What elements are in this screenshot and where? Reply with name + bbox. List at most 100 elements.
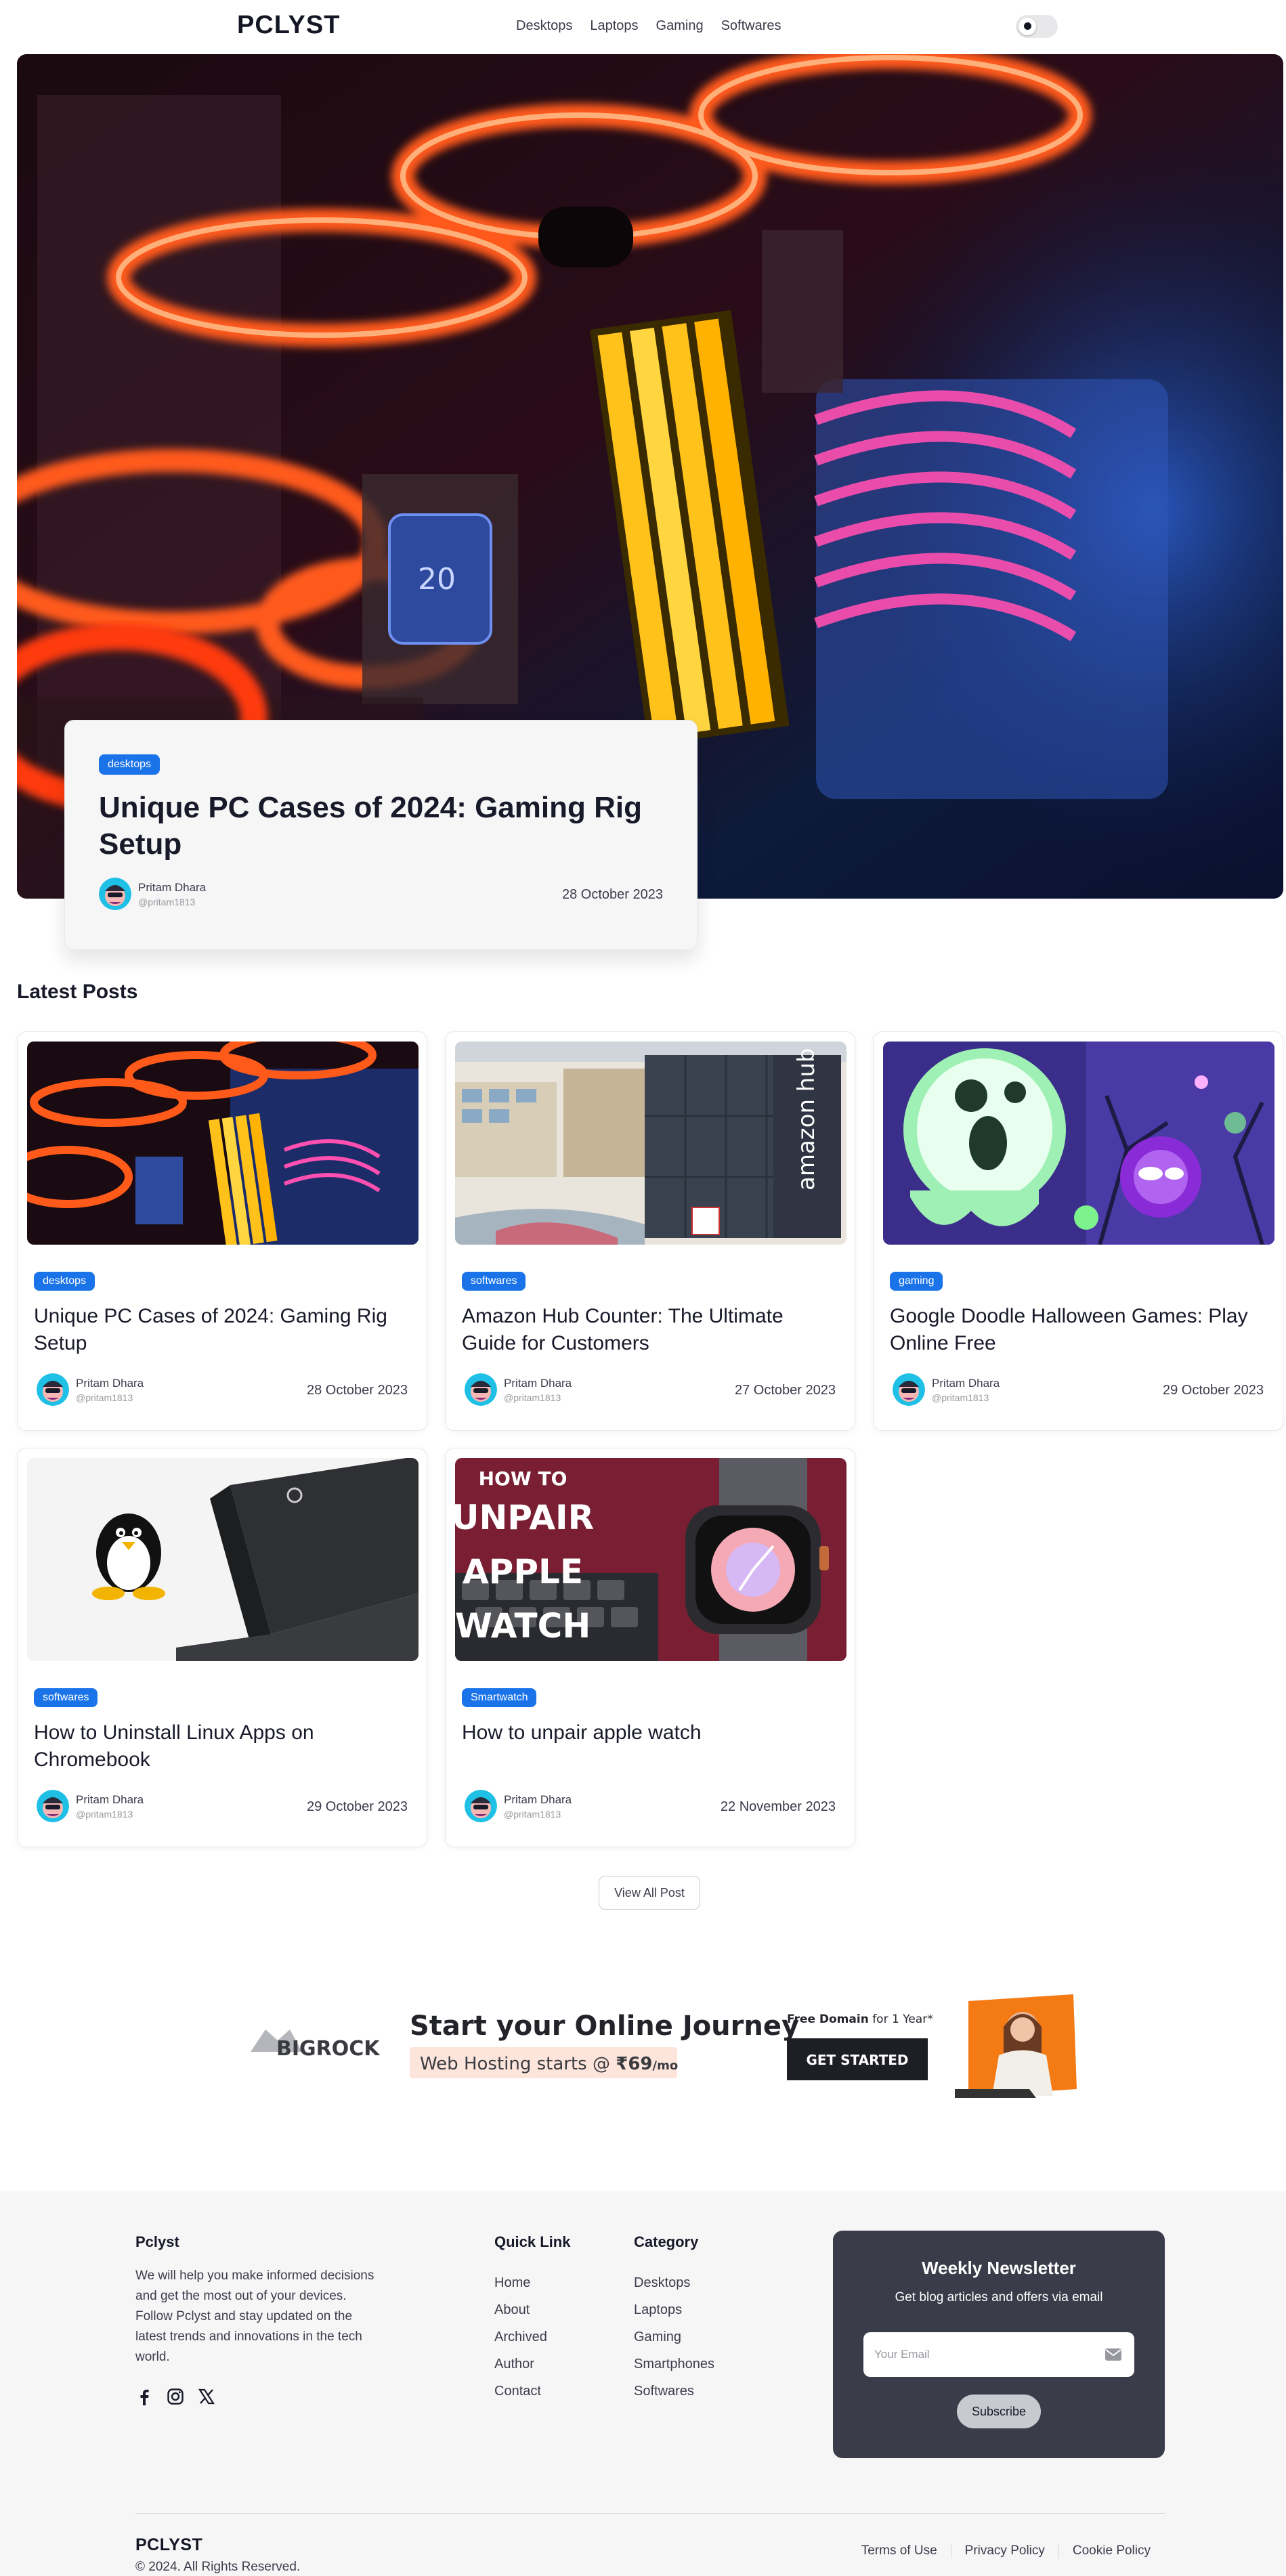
nav-link-desktops[interactable]: Desktops <box>516 18 572 34</box>
ad-logo-text: BIGROCK <box>276 2037 381 2061</box>
post-meta: Pritam Dhara @pritam1813 29 October 2023 <box>893 1373 1264 1410</box>
image-text-line: HOW TO <box>479 1467 567 1490</box>
footer-link-archived[interactable]: Archived <box>494 2330 547 2357</box>
hero-post-card[interactable]: desktops Unique PC Cases of 2024: Gaming… <box>64 720 698 950</box>
social-links <box>135 2388 215 2405</box>
post-title[interactable]: Amazon Hub Counter: The Ultimate Guide f… <box>462 1303 841 1357</box>
privacy-link[interactable]: Privacy Policy <box>950 2543 1058 2558</box>
author-info[interactable]: Pritam Dhara @pritam1813 <box>99 878 206 910</box>
author-name: Pritam Dhara <box>504 1793 572 1806</box>
author-handle: @pritam1813 <box>932 1392 989 1403</box>
post-tag[interactable]: desktops <box>99 754 160 775</box>
section-title: Latest Posts <box>17 981 138 1003</box>
author-text: Pritam Dhara @pritam1813 <box>932 1377 1000 1403</box>
post-title[interactable]: How to Uninstall Linux Apps on Chromeboo… <box>34 1719 413 1774</box>
ad-person-illustration <box>955 1994 1077 2098</box>
footer-link-contact[interactable]: Contact <box>494 2384 547 2411</box>
author-text: Pritam Dhara @pritam1813 <box>76 1377 144 1403</box>
author-avatar <box>37 1790 69 1822</box>
footer-link-author[interactable]: Author <box>494 2357 547 2384</box>
mail-icon <box>1105 2348 1122 2361</box>
footer-divider <box>135 2513 1165 2514</box>
image-text-line: APPLE <box>463 1552 583 1591</box>
ad-headline: Start your Online Journey <box>410 2011 799 2042</box>
x-icon[interactable] <box>198 2388 215 2405</box>
author-info[interactable]: Pritam Dhara @pritam1813 <box>465 1790 572 1822</box>
ad-promo-rest: for 1 Year* <box>869 2013 933 2026</box>
author-handle: @pritam1813 <box>76 1392 133 1403</box>
bigrock-logo: BIGROCK <box>251 2030 381 2061</box>
view-all-button[interactable]: View All Post <box>599 1876 700 1910</box>
post-card[interactable]: softwares How to Uninstall Linux Apps on… <box>17 1448 427 1847</box>
ad-price-suffix: /mo <box>653 2059 679 2073</box>
author-name: Pritam Dhara <box>504 1376 572 1390</box>
author-info[interactable]: Pritam Dhara @pritam1813 <box>465 1373 572 1406</box>
cookie-link[interactable]: Cookie Policy <box>1058 2543 1164 2558</box>
post-thumbnail[interactable] <box>883 1042 1274 1245</box>
site-logo[interactable]: PCLYST <box>237 11 340 40</box>
post-meta: Pritam Dhara @pritam1813 29 October 2023 <box>37 1790 408 1826</box>
svg-text:Free Domain for 1 Year*: Free Domain for 1 Year* <box>787 2013 933 2026</box>
footer-category-laptops[interactable]: Laptops <box>634 2302 714 2330</box>
post-date: 28 October 2023 <box>307 1383 408 1398</box>
post-card[interactable]: amazon hub softwares Amazon Hub Counter:… <box>445 1031 855 1431</box>
post-date: 29 October 2023 <box>1163 1383 1264 1398</box>
post-title[interactable]: How to unpair apple watch <box>462 1719 841 1746</box>
email-field[interactable] <box>874 2344 1091 2365</box>
facebook-icon[interactable] <box>135 2388 153 2405</box>
terms-link[interactable]: Terms of Use <box>848 2543 951 2558</box>
nav-link-gaming[interactable]: Gaming <box>656 18 704 34</box>
quick-links-title: Quick Link <box>494 2233 571 2250</box>
subscribe-button[interactable]: Subscribe <box>957 2395 1041 2428</box>
footer-category-desktops[interactable]: Desktops <box>634 2275 714 2302</box>
footer-category-gaming[interactable]: Gaming <box>634 2330 714 2357</box>
footer: Pclyst We will help you make informed de… <box>0 2191 1286 2576</box>
post-title[interactable]: Google Doodle Halloween Games: Play Onli… <box>890 1303 1269 1357</box>
ad-price: ₹69 <box>616 2054 652 2074</box>
moon-icon <box>1019 18 1036 35</box>
hero-post-title[interactable]: Unique PC Cases of 2024: Gaming Rig Setu… <box>99 790 668 863</box>
author-info[interactable]: Pritam Dhara @pritam1813 <box>893 1373 1000 1406</box>
post-thumbnail[interactable] <box>27 1458 419 1661</box>
footer-category-smartphones[interactable]: Smartphones <box>634 2357 714 2384</box>
author-text: Pritam Dhara @pritam1813 <box>76 1793 144 1820</box>
post-tag[interactable]: gaming <box>890 1272 943 1291</box>
post-tag[interactable]: Smartwatch <box>462 1688 537 1707</box>
post-card[interactable]: gaming Google Doodle Halloween Games: Pl… <box>873 1031 1283 1431</box>
nav-link-softwares[interactable]: Softwares <box>721 18 781 34</box>
author-info[interactable]: Pritam Dhara @pritam1813 <box>37 1790 144 1822</box>
post-thumbnail[interactable] <box>27 1042 419 1245</box>
footer-category-softwares[interactable]: Softwares <box>634 2384 714 2411</box>
post-tag[interactable]: softwares <box>34 1688 98 1707</box>
post-title[interactable]: Unique PC Cases of 2024: Gaming Rig Setu… <box>34 1303 413 1357</box>
nav-link-laptops[interactable]: Laptops <box>590 18 638 34</box>
ad-banner[interactable]: BIGROCK Start your Online Journey Web Ho… <box>251 1988 1077 2099</box>
copyright-text: © 2024. All Rights Reserved. <box>135 2560 301 2574</box>
post-meta: Pritam Dhara @pritam1813 28 October 2023 <box>37 1373 408 1410</box>
quick-links-list: Home About Archived Author Contact <box>494 2275 547 2411</box>
footer-link-about[interactable]: About <box>494 2302 547 2330</box>
author-info[interactable]: Pritam Dhara @pritam1813 <box>37 1373 144 1406</box>
author-avatar <box>37 1373 69 1406</box>
svg-text:20: 20 <box>418 562 456 597</box>
newsletter-box: Weekly Newsletter Get blog articles and … <box>833 2231 1165 2458</box>
newsletter-input-wrap <box>863 2332 1134 2377</box>
newsletter-subtitle: Get blog articles and offers via email <box>895 2290 1103 2304</box>
post-card[interactable]: HOW TO UNPAIR APPLE WATCH Smartwatch How to… <box>445 1448 855 1847</box>
theme-toggle[interactable] <box>1016 15 1058 38</box>
image-text-line: WATCH <box>455 1606 591 1646</box>
footer-link-home[interactable]: Home <box>494 2275 547 2302</box>
post-tag[interactable]: desktops <box>34 1272 95 1291</box>
post-tag[interactable]: softwares <box>462 1272 526 1291</box>
category-list: Desktops Laptops Gaming Smartphones Soft… <box>634 2275 714 2411</box>
footer-brand[interactable]: PCLYST <box>135 2535 202 2555</box>
author-name: Pritam Dhara <box>932 1376 1000 1390</box>
instagram-icon[interactable] <box>167 2388 184 2405</box>
post-thumbnail[interactable]: amazon hub <box>455 1042 846 1245</box>
svg-text:Web Hosting starts @ ₹69/mo: Web Hosting starts @ ₹69/mo <box>420 2054 678 2074</box>
author-name: Pritam Dhara <box>138 880 207 894</box>
post-thumbnail[interactable]: HOW TO UNPAIR APPLE WATCH <box>455 1458 846 1661</box>
author-handle: @pritam1813 <box>504 1808 561 1820</box>
post-card[interactable]: desktops Unique PC Cases of 2024: Gaming… <box>17 1031 427 1431</box>
category-title: Category <box>634 2233 699 2250</box>
